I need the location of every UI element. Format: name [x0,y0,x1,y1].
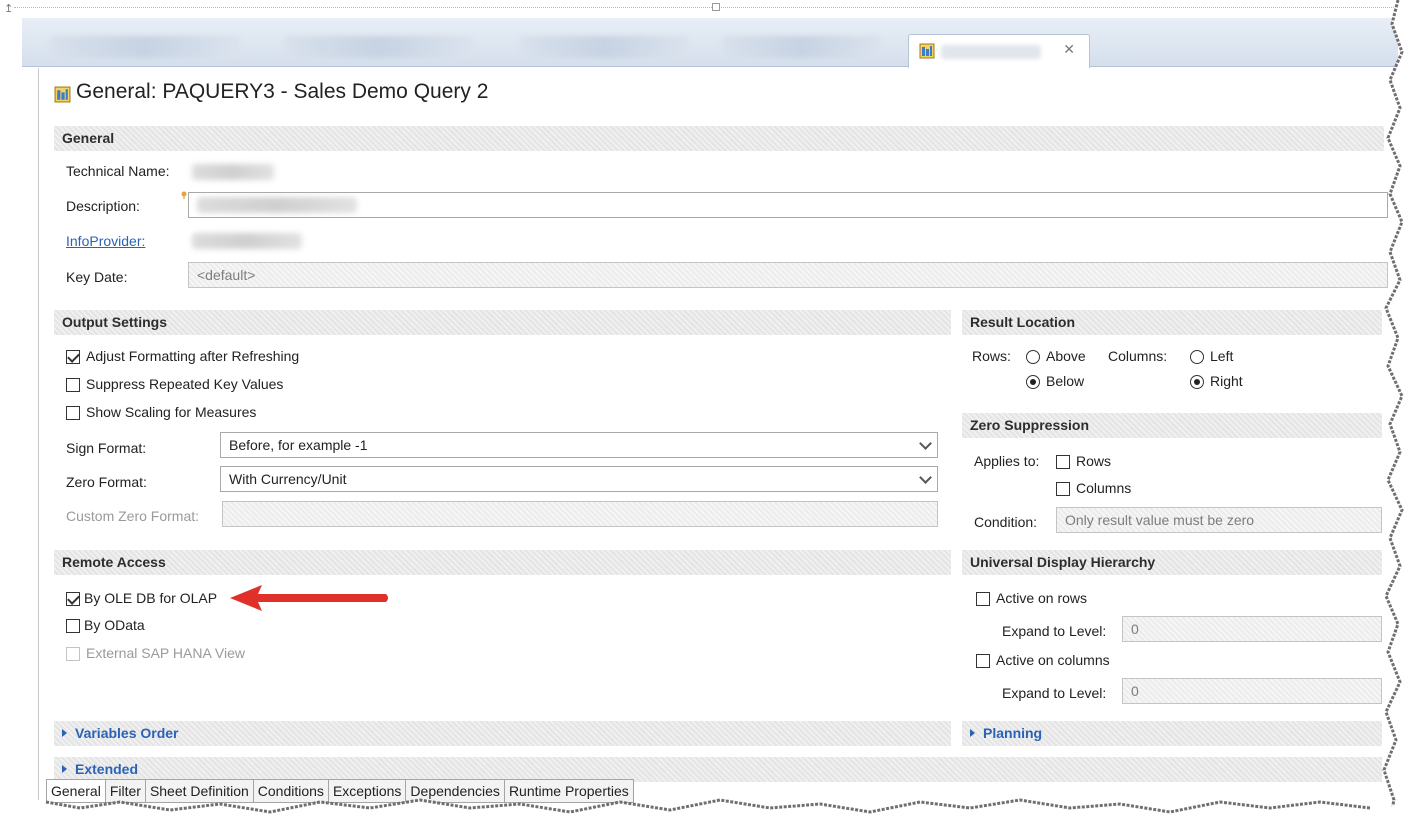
columns-left-label: Left [1210,348,1234,364]
description-label: Description: [66,198,140,214]
zero-columns-label: Columns [1076,480,1132,496]
hana-view-checkbox [66,647,80,661]
applies-to-label: Applies to: [974,453,1040,469]
section-header-universal-display-hierarchy: Universal Display Hierarchy [962,550,1382,575]
blurred-tab[interactable] [284,36,474,58]
section-variables-order[interactable]: Variables Order [54,721,951,746]
active-editor-tab[interactable]: ✕ [908,34,1090,69]
show-scaling-checkbox[interactable] [66,406,80,420]
rows-below-radio[interactable] [1026,375,1040,389]
expand-triangle-icon [970,729,975,737]
zero-rows-label: Rows [1076,453,1112,469]
frame-top-border [14,7,1394,8]
columns-expand-level-field: 0 [1122,678,1382,704]
section-header-output-settings: Output Settings [54,310,951,335]
suppress-repeated-label: Suppress Repeated Key Values [86,376,284,392]
odata-checkbox[interactable] [66,619,80,633]
frame-resize-handle[interactable] [712,3,720,11]
active-on-columns-label: Active on columns [996,652,1110,668]
planning-label: Planning [983,725,1043,741]
show-scaling-label: Show Scaling for Measures [86,404,257,420]
active-on-rows-checkbox[interactable] [976,592,990,606]
ole-db-checkbox[interactable] [66,592,80,606]
section-header-remote-access: Remote Access [54,550,951,575]
section-header-general: General [54,126,1384,151]
odata-label: By OData [84,617,145,633]
required-marker-icon [181,191,187,199]
description-value [197,197,357,213]
close-tab-icon[interactable]: ✕ [1063,41,1075,58]
sign-format-value: Before, for example -1 [229,437,368,453]
section-planning[interactable]: Planning [962,721,1382,746]
key-date-field: <default> [188,262,1388,288]
infoprovider-value [192,233,302,249]
variables-order-label: Variables Order [75,725,179,741]
rows-above-label: Above [1046,348,1086,364]
section-header-zero-suppression: Zero Suppression [962,413,1382,438]
custom-zero-format-label: Custom Zero Format: [66,508,200,524]
query-icon [919,43,935,59]
adjust-formatting-checkbox[interactable] [66,350,80,364]
active-on-columns-checkbox[interactable] [976,654,990,668]
annotation-arrow-icon [230,585,388,611]
blurred-tab[interactable] [520,36,690,58]
columns-right-label: Right [1210,373,1243,389]
blurred-tab-title [941,45,1041,59]
zero-format-value: With Currency/Unit [229,471,347,487]
hana-view-label: External SAP HANA View [86,645,246,661]
page-title: General: PAQUERY3 - Sales Demo Query 2 [76,80,489,103]
rows-below-label: Below [1046,373,1085,389]
suppress-repeated-checkbox[interactable] [66,378,80,392]
ole-db-label: By OLE DB for OLAP [84,590,218,606]
description-input[interactable] [188,192,1388,218]
zero-columns-checkbox[interactable] [1056,482,1070,496]
rows-label: Rows: [972,348,1011,364]
zero-format-label: Zero Format: [66,474,147,490]
technical-name-label: Technical Name: [66,163,170,179]
adjust-formatting-label: Adjust Formatting after Refreshing [86,348,300,364]
torn-edge-right-decoration [1382,0,1416,828]
technical-name-value [192,164,274,180]
rows-expand-level-label: Expand to Level: [1002,623,1107,639]
rows-expand-level-field: 0 [1122,616,1382,642]
chevron-down-icon [919,437,932,450]
extended-label: Extended [75,761,139,777]
chevron-down-icon [919,471,932,484]
expand-triangle-icon [62,729,67,737]
blurred-tab[interactable] [50,36,240,58]
condition-label: Condition: [974,514,1038,530]
query-icon [54,86,71,103]
zero-rows-checkbox[interactable] [1056,455,1070,469]
sign-format-label: Sign Format: [66,440,147,456]
key-date-label: Key Date: [66,269,128,285]
infoprovider-link[interactable]: InfoProvider: [66,233,145,249]
active-on-rows-label: Active on rows [996,590,1088,606]
blurred-tab[interactable] [722,36,882,58]
custom-zero-format-field [222,501,938,527]
condition-field: Only result value must be zero [1056,507,1382,533]
columns-left-radio[interactable] [1190,350,1204,364]
editor-tab-strip [22,18,1398,67]
zero-format-select[interactable]: With Currency/Unit [220,466,938,492]
torn-edge-bottom-decoration [0,798,1416,828]
sign-format-select[interactable]: Before, for example -1 [220,432,938,458]
columns-right-radio[interactable] [1190,375,1204,389]
columns-label: Columns: [1108,348,1168,364]
section-header-result-location: Result Location [962,310,1382,335]
columns-expand-level-label: Expand to Level: [1002,685,1107,701]
rows-above-radio[interactable] [1026,350,1040,364]
expand-triangle-icon [62,765,67,773]
frame-corner-icon: ↥ [4,3,14,15]
